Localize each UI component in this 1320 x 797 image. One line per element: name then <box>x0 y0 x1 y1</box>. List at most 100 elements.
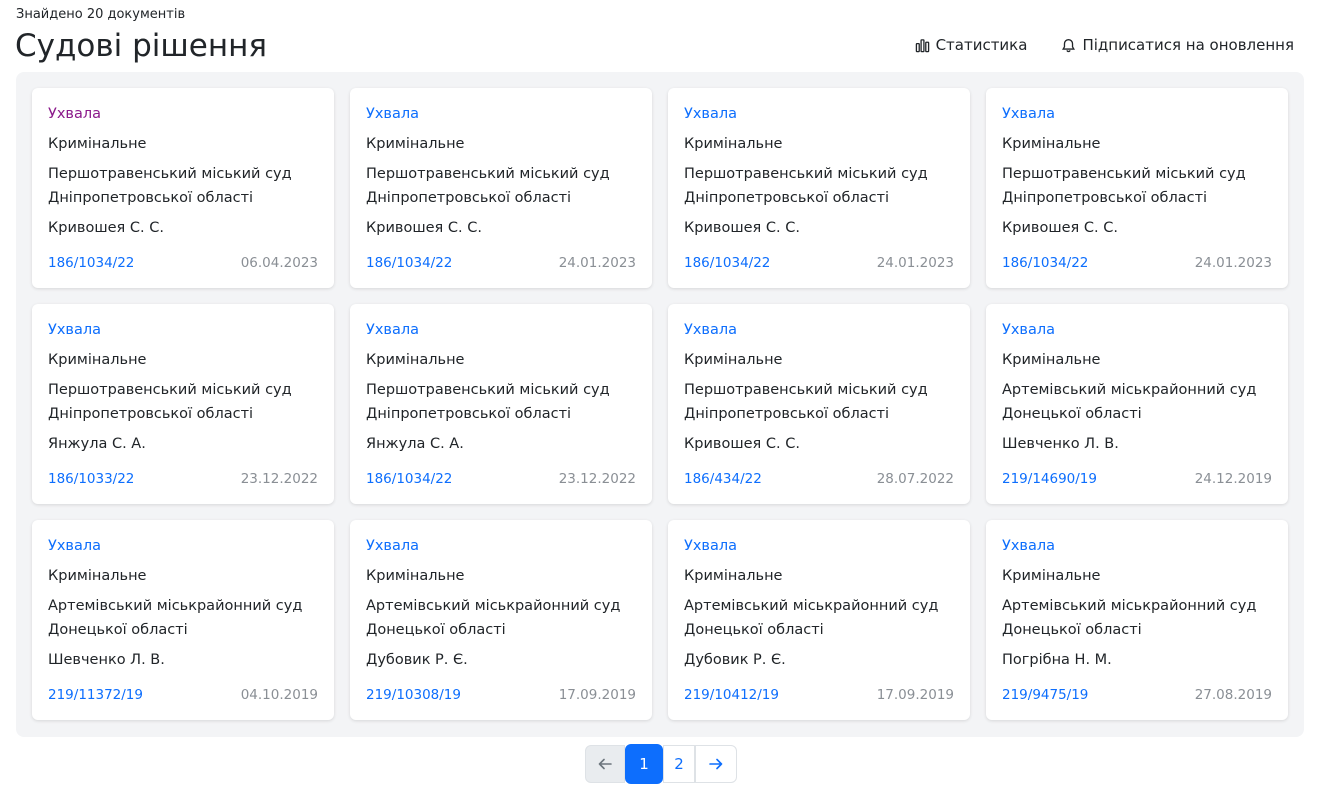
decision-card[interactable]: Ухвала Кримінальне Першотравенський міськи… <box>32 304 334 504</box>
decision-card[interactable]: Ухвала Кримінальне Першотравенський міськи… <box>668 304 970 504</box>
case-category: Кримінальне <box>684 136 783 152</box>
judge-name: Кривошея С. С. <box>1002 220 1118 236</box>
decision-card[interactable]: Ухвала Кримінальне Артемівський міськрайон… <box>350 520 652 720</box>
case-category: Кримінальне <box>48 352 147 368</box>
case-number-link[interactable]: 186/1034/22 <box>1002 255 1088 271</box>
case-number-link[interactable]: 186/1034/22 <box>366 471 452 487</box>
decision-card[interactable]: Ухвала Кримінальне Артемівський міськрайон… <box>986 304 1288 504</box>
case-category: Кримінальне <box>48 136 147 152</box>
prev-page-button[interactable] <box>585 745 625 783</box>
decision-type-link[interactable]: Ухвала <box>684 104 954 124</box>
case-number-link[interactable]: 219/11372/19 <box>48 687 143 703</box>
card-footer: 186/1034/22 06.04.2023 <box>48 255 318 271</box>
case-number-link[interactable]: 186/1034/22 <box>366 255 452 271</box>
header-actions: Статистика Підписатися на оновлення <box>915 36 1294 54</box>
judge-name: Кривошея С. С. <box>366 220 482 236</box>
judge-name: Погрібна Н. М. <box>1002 652 1112 668</box>
decision-card[interactable]: Ухвала Кримінальне Артемівський міськрайон… <box>986 520 1288 720</box>
decision-card[interactable]: Ухвала Кримінальне Артемівський міськрайон… <box>668 520 970 720</box>
case-number-link[interactable]: 219/10412/19 <box>684 687 779 703</box>
arrow-right-icon <box>709 758 723 770</box>
court-name: Першотравенський міський суд Дніпропетро… <box>366 166 610 206</box>
decision-date: 24.01.2023 <box>558 255 636 271</box>
case-number-link[interactable]: 186/1033/22 <box>48 471 134 487</box>
card-footer: 186/1033/22 23.12.2022 <box>48 471 318 487</box>
decision-type-link[interactable]: Ухвала <box>366 320 636 340</box>
case-number-link[interactable]: 186/1034/22 <box>684 255 770 271</box>
court-name: Артемівський міськрайонний суд Донецької… <box>48 598 303 638</box>
page-button-1[interactable]: 1 <box>625 744 663 784</box>
statistics-label: Статистика <box>935 36 1028 54</box>
judge-name: Янжула С. А. <box>48 436 146 452</box>
judge-name: Кривошея С. С. <box>48 220 164 236</box>
decision-type-link[interactable]: Ухвала <box>366 536 636 556</box>
card-footer: 219/10412/19 17.09.2019 <box>684 687 954 703</box>
statistics-button[interactable]: Статистика <box>915 36 1028 54</box>
case-number-link[interactable]: 186/434/22 <box>684 471 762 487</box>
case-category: Кримінальне <box>1002 136 1101 152</box>
court-name: Артемівський міськрайонний суд Донецької… <box>1002 382 1257 422</box>
bar-chart-icon <box>915 38 929 52</box>
decision-type-link[interactable]: Ухвала <box>1002 536 1272 556</box>
case-number-link[interactable]: 219/14690/19 <box>1002 471 1097 487</box>
judge-name: Шевченко Л. В. <box>1002 436 1119 452</box>
results-panel: Ухвала Кримінальне Першотравенський міськи… <box>16 72 1304 737</box>
pagination: 1 2 <box>585 744 737 784</box>
judge-name: Кривошея С. С. <box>684 220 800 236</box>
decision-type-link[interactable]: Ухвала <box>1002 320 1272 340</box>
judge-name: Дубовик Р. Є. <box>684 652 786 668</box>
decision-card[interactable]: Ухвала Кримінальне Першотравенський міськи… <box>986 88 1288 288</box>
decision-card[interactable]: Ухвала Кримінальне Артемівський міськрайон… <box>32 520 334 720</box>
case-number-link[interactable]: 186/1034/22 <box>48 255 134 271</box>
court-name: Першотравенський міський суд Дніпропетро… <box>48 382 292 422</box>
decision-card[interactable]: Ухвала Кримінальне Першотравенський міськи… <box>350 304 652 504</box>
decision-date: 06.04.2023 <box>240 255 318 271</box>
decision-card[interactable]: Ухвала Кримінальне Першотравенський міськи… <box>350 88 652 288</box>
decision-type-link[interactable]: Ухвала <box>48 536 318 556</box>
decision-date: 23.12.2022 <box>240 471 318 487</box>
case-category: Кримінальне <box>366 136 465 152</box>
decision-date: 17.09.2019 <box>876 687 954 703</box>
case-category: Кримінальне <box>366 352 465 368</box>
court-name: Першотравенський міський суд Дніпропетро… <box>366 382 610 422</box>
decision-date: 28.07.2022 <box>876 471 954 487</box>
case-category: Кримінальне <box>366 568 465 584</box>
case-number-link[interactable]: 219/9475/19 <box>1002 687 1088 703</box>
case-number-link[interactable]: 219/10308/19 <box>366 687 461 703</box>
decision-card[interactable]: Ухвала Кримінальне Першотравенський міськи… <box>32 88 334 288</box>
card-footer: 219/11372/19 04.10.2019 <box>48 687 318 703</box>
decision-type-link[interactable]: Ухвала <box>1002 104 1272 124</box>
case-category: Кримінальне <box>48 568 147 584</box>
page-title: Судові рішення <box>15 28 268 64</box>
court-name: Першотравенський міський суд Дніпропетро… <box>1002 166 1246 206</box>
decision-type-link[interactable]: Ухвала <box>48 104 318 124</box>
bell-icon <box>1062 38 1076 52</box>
court-name: Артемівський міськрайонний суд Донецької… <box>684 598 939 638</box>
next-page-button[interactable] <box>695 745 737 783</box>
judge-name: Шевченко Л. В. <box>48 652 165 668</box>
court-name: Першотравенський міський суд Дніпропетро… <box>684 382 928 422</box>
judge-name: Янжула С. А. <box>366 436 464 452</box>
arrow-left-icon <box>598 758 612 770</box>
found-count: Знайдено 20 документів <box>16 7 186 22</box>
decision-type-link[interactable]: Ухвала <box>684 320 954 340</box>
decision-date: 23.12.2022 <box>558 471 636 487</box>
card-footer: 186/1034/22 23.12.2022 <box>366 471 636 487</box>
card-footer: 186/434/22 28.07.2022 <box>684 471 954 487</box>
decision-card[interactable]: Ухвала Кримінальне Першотравенський міськи… <box>668 88 970 288</box>
court-name: Артемівський міськрайонний суд Донецької… <box>1002 598 1257 638</box>
decision-type-link[interactable]: Ухвала <box>366 104 636 124</box>
card-footer: 219/9475/19 27.08.2019 <box>1002 687 1272 703</box>
subscribe-button[interactable]: Підписатися на оновлення <box>1061 36 1294 54</box>
decision-type-link[interactable]: Ухвала <box>684 536 954 556</box>
case-category: Кримінальне <box>1002 568 1101 584</box>
decision-type-link[interactable]: Ухвала <box>48 320 318 340</box>
page-button-2[interactable]: 2 <box>663 745 695 783</box>
decision-date: 04.10.2019 <box>240 687 318 703</box>
court-name: Першотравенський міський суд Дніпропетро… <box>684 166 928 206</box>
card-footer: 186/1034/22 24.01.2023 <box>1002 255 1272 271</box>
decision-date: 24.01.2023 <box>876 255 954 271</box>
case-category: Кримінальне <box>1002 352 1101 368</box>
card-footer: 186/1034/22 24.01.2023 <box>684 255 954 271</box>
decision-date: 17.09.2019 <box>558 687 636 703</box>
